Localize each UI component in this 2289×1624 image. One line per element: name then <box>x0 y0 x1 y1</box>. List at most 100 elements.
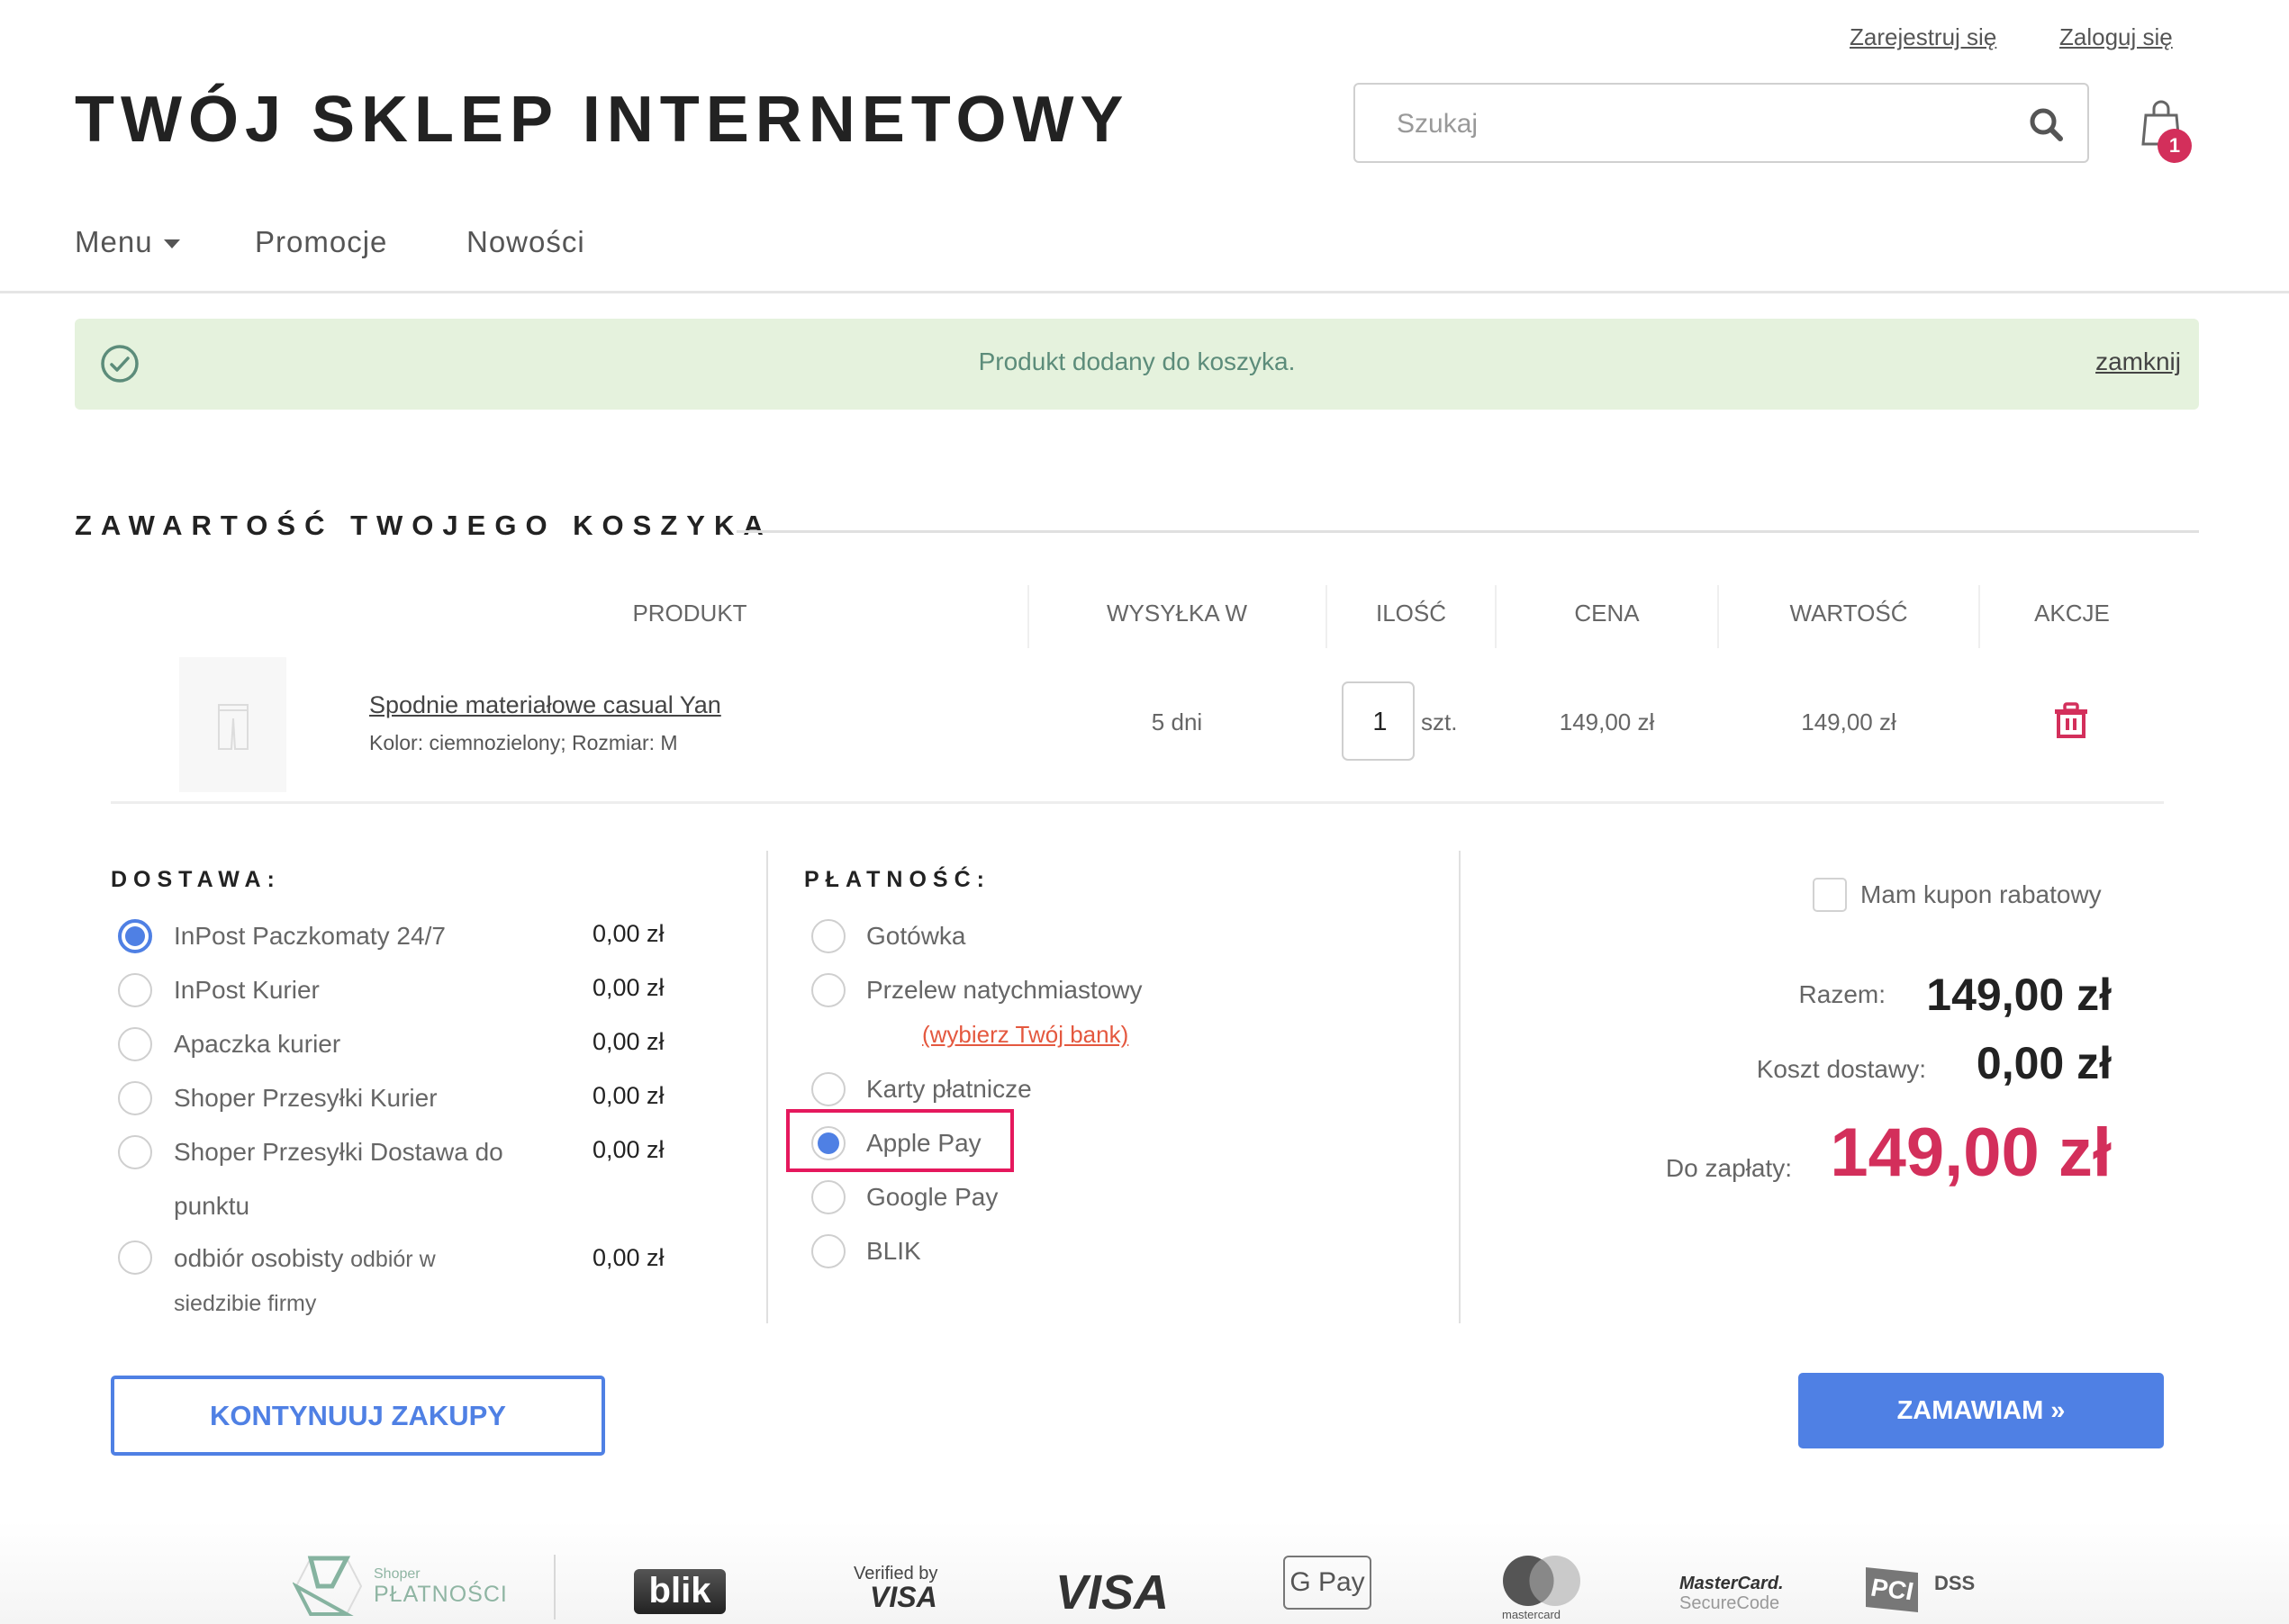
chevron-down-icon <box>163 239 180 249</box>
total-label: Razem: <box>1798 980 1886 1008</box>
delivery-radio[interactable] <box>118 1027 152 1061</box>
shipping-time: 5 dni <box>1151 708 1203 735</box>
amount-due-label: Do zapłaty: <box>1665 1154 1792 1182</box>
pci-logo: PCI <box>1866 1566 1918 1613</box>
coupon-checkbox[interactable] <box>1813 878 1847 912</box>
delivery-radio[interactable] <box>118 1135 152 1169</box>
delivery-title: DOSTAWA: <box>111 867 281 892</box>
payment-radio[interactable] <box>811 1234 846 1268</box>
alert-close-link[interactable]: zamknij <box>2095 347 2181 376</box>
unit-price: 149,00 zł <box>1559 708 1655 735</box>
shoper-small-text: Shoper <box>374 1566 421 1582</box>
column-divider <box>1459 851 1461 1323</box>
visa-logo: VISA <box>1055 1565 1170 1619</box>
google-pay-logo: G Pay <box>1283 1556 1371 1610</box>
store-logo[interactable]: TWÓJ SKLEP INTERNETOWY <box>75 83 1129 157</box>
delivery-option-label[interactable]: odbiór osobisty odbiór w <box>174 1244 436 1273</box>
delivery-option-label-line2[interactable]: punktu <box>174 1192 249 1221</box>
delivery-option-label[interactable]: Shoper Przesyłki Dostawa do <box>174 1138 503 1167</box>
header-divider <box>0 291 2289 293</box>
search-icon[interactable] <box>2026 104 2066 144</box>
payment-radio[interactable] <box>811 1180 846 1214</box>
delivery-option-label[interactable]: InPost Kurier <box>174 976 320 1005</box>
column-header-shipping: WYSYŁKA W <box>1106 600 1248 627</box>
pants-icon <box>218 704 249 750</box>
delivery-option-sublabel: odbiór w <box>350 1247 436 1272</box>
payment-option-label[interactable]: Gotówka <box>866 922 966 951</box>
shoper-payments-logo <box>292 1555 365 1618</box>
mastercard-circles-icon <box>1503 1556 1580 1606</box>
product-thumbnail[interactable] <box>179 657 286 792</box>
verified-by-visa-bottom: VISA <box>870 1581 937 1613</box>
quantity-input[interactable] <box>1344 683 1416 761</box>
column-header-value: WARTOŚĆ <box>1789 600 1908 627</box>
column-header-quantity: ILOŚĆ <box>1375 600 1447 627</box>
payment-option-label[interactable]: Google Pay <box>866 1183 998 1212</box>
nav-nowosci[interactable]: Nowości <box>466 225 585 259</box>
delivery-option-price: 0,00 zł <box>593 974 665 1001</box>
delivery-option-price: 0,00 zł <box>593 1082 665 1109</box>
delivery-radio-selected[interactable] <box>118 919 152 953</box>
shipping-cost-label: Koszt dostawy: <box>1756 1055 1926 1083</box>
alert-message: Produkt dodany do koszyka. <box>978 347 1296 375</box>
mastercard-text: mastercard <box>1502 1608 1561 1621</box>
delivery-option-price: 0,00 zł <box>593 1136 665 1163</box>
product-attributes: Kolor: ciemnozielony; Rozmiar: M <box>369 731 678 754</box>
register-link[interactable]: Zarejestruj się <box>1850 23 1996 51</box>
delivery-option-price: 0,00 zł <box>593 1244 665 1271</box>
delivery-radio[interactable] <box>118 1241 152 1275</box>
product-name-link[interactable]: Spodnie materiałowe casual Yan <box>369 691 721 719</box>
delivery-option-price: 0,00 zł <box>593 920 665 947</box>
delivery-option-price: 0,00 zł <box>593 1028 665 1055</box>
column-header-actions: AKCJE <box>2034 600 2110 627</box>
securecode-top: MasterCard. <box>1679 1574 1784 1593</box>
dss-text: DSS <box>1934 1572 1976 1594</box>
column-divider <box>766 851 768 1323</box>
continue-shopping-button[interactable]: KONTYNUUJ ZAKUPY <box>111 1376 605 1456</box>
login-link[interactable]: Zaloguj się <box>2059 23 2173 51</box>
delivery-option-label[interactable]: Apaczka kurier <box>174 1030 340 1059</box>
delivery-radio[interactable] <box>118 1081 152 1115</box>
coupon-label[interactable]: Mam kupon rabatowy <box>1860 880 2102 909</box>
securecode-bottom: SecureCode <box>1679 1593 1780 1613</box>
blik-logo: blik <box>634 1569 726 1614</box>
payment-radio[interactable] <box>811 1072 846 1106</box>
amount-due-value: 149,00 zł <box>1830 1114 2112 1191</box>
cart-count-badge: 1 <box>2158 129 2192 163</box>
row-divider <box>111 801 2164 804</box>
payment-option-label[interactable]: Przelew natychmiastowy <box>866 976 1143 1005</box>
line-value: 149,00 zł <box>1801 708 1896 735</box>
search-box <box>1353 83 2089 163</box>
trash-icon[interactable] <box>2053 702 2089 738</box>
mastercard-logo <box>1501 1554 1582 1608</box>
delivery-option-name: odbiór osobisty <box>174 1244 344 1272</box>
delivery-radio[interactable] <box>118 973 152 1007</box>
payment-option-label[interactable]: Karty płatnicze <box>866 1075 1032 1104</box>
quantity-unit: szt. <box>1421 708 1458 735</box>
nav-menu[interactable]: Menu <box>75 225 180 259</box>
place-order-button[interactable]: ZAMAWIAM » <box>1798 1373 2164 1448</box>
logo-divider <box>554 1555 556 1619</box>
section-title-line <box>737 530 2199 533</box>
choose-bank-link[interactable]: (wybierz Twój bank) <box>922 1021 1128 1049</box>
nav-menu-label: Menu <box>75 225 153 258</box>
cart-section-title: ZAWARTOŚĆ TWOJEGO KOSZYKA <box>75 510 773 541</box>
delivery-option-label[interactable]: Shoper Przesyłki Kurier <box>174 1084 438 1113</box>
column-header-product: PRODUKT <box>632 600 747 627</box>
success-alert: Produkt dodany do koszyka. zamknij <box>75 319 2199 410</box>
delivery-option-label-line2[interactable]: siedzibie firmy <box>174 1291 316 1317</box>
payment-radio[interactable] <box>811 973 846 1007</box>
total-value: 149,00 zł <box>1926 970 2112 1020</box>
payment-option-label[interactable]: BLIK <box>866 1237 921 1266</box>
shoper-big-text: PŁATNOŚCI <box>374 1582 508 1607</box>
delivery-option-label[interactable]: InPost Paczkomaty 24/7 <box>174 922 446 951</box>
shoper-cube-icon <box>292 1556 363 1616</box>
shipping-cost-value: 0,00 zł <box>1976 1038 2112 1088</box>
payment-title: PŁATNOŚĆ: <box>804 867 991 892</box>
column-header-price: CENA <box>1574 600 1640 627</box>
payment-radio[interactable] <box>811 919 846 953</box>
quantity-field <box>1342 681 1416 761</box>
nav-promocje[interactable]: Promocje <box>255 225 387 259</box>
search-input[interactable] <box>1395 85 1984 163</box>
selection-highlight-box <box>786 1109 1014 1172</box>
